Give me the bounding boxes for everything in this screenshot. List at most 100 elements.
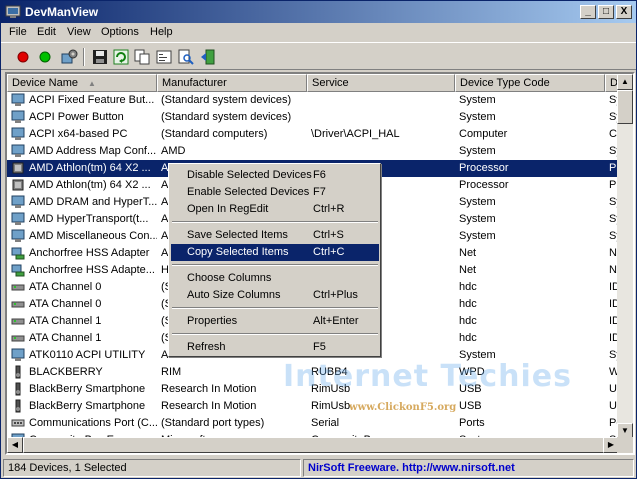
portable-device-icon (15, 365, 21, 379)
network-adapter-icon (11, 247, 25, 260)
devices-icon (61, 49, 78, 64)
cell-device-name: Anchorfree HSS Adapter (29, 247, 150, 259)
system-device-icon (11, 110, 25, 123)
cell-device-type-code: hdc (459, 298, 477, 310)
exit-button[interactable] (198, 47, 218, 67)
system-device-icon (11, 229, 25, 242)
title-bar[interactable]: DevManView _ □ X (1, 1, 636, 23)
cell-device-name: ATA Channel 1 (29, 332, 102, 344)
menu-choose-columns[interactable]: Choose Columns (171, 270, 379, 287)
cell-device-type-code: hdc (459, 281, 477, 293)
copy-button[interactable] (132, 47, 152, 67)
horizontal-scroll-thumb[interactable] (23, 437, 611, 453)
cell-device-type-code: System (459, 230, 496, 242)
cell-manufacturer: (Standard system devices) (161, 111, 292, 123)
menu-auto-size-columns[interactable]: Auto Size Columns Ctrl+Plus (171, 287, 379, 304)
menu-copy-selected[interactable]: Copy Selected Items Ctrl+C (171, 244, 379, 261)
properties-icon (156, 50, 172, 64)
cell-device-type-code: Processor (459, 162, 509, 174)
devmanview-app-icon (5, 5, 21, 18)
cell-device-name: ATK0110 ACPI UTILITY (29, 349, 146, 361)
toolbar-separator (83, 48, 85, 66)
column-manufacturer[interactable]: Manufacturer (157, 74, 307, 92)
column-device-type-code[interactable]: Device Type Code (455, 74, 605, 92)
cell-device-type-code: Ports (459, 417, 485, 429)
system-device-icon (11, 93, 25, 106)
vertical-scroll-thumb[interactable] (617, 90, 633, 124)
vertical-scrollbar[interactable]: ▲ ▼ (617, 74, 633, 439)
cell-device-name: AMD Miscellaneous Con... (29, 230, 157, 242)
system-device-icon (11, 144, 25, 157)
menu-view[interactable]: View (67, 26, 91, 38)
menu-enable-selected[interactable]: Enable Selected Devices F7 (171, 184, 379, 201)
processor-icon (12, 162, 24, 174)
table-row[interactable]: AMD Address Map Conf...AMDSystemSy (7, 143, 619, 160)
cell-device-type-code: Processor (459, 179, 509, 191)
menu-options[interactable]: Options (101, 26, 139, 38)
refresh-button[interactable] (111, 47, 131, 67)
cell-device-name: ACPI Power Button (29, 111, 124, 123)
menu-disable-selected[interactable]: Disable Selected Devices F6 (171, 167, 379, 184)
toolbar (1, 42, 636, 70)
list-header: Device Name ▲ Manufacturer Service Devic… (7, 74, 625, 92)
menu-bar: File Edit View Options Help (1, 23, 636, 42)
cell-device-name: BlackBerry Smartphone (29, 383, 146, 395)
column-device-name[interactable]: Device Name ▲ (7, 74, 157, 92)
ide-controller-icon (11, 301, 25, 308)
properties-button[interactable] (154, 47, 174, 67)
status-bar: 184 Devices, 1 Selected NirSoft Freeware… (1, 458, 636, 478)
cell-device-type-code: Net (459, 264, 477, 276)
minimize-button[interactable]: _ (580, 5, 596, 19)
maximize-button[interactable]: □ (598, 5, 614, 19)
cell-device-name: AMD Address Map Conf... (29, 145, 157, 157)
usb-device-icon (15, 382, 21, 396)
cell-device-type-code: System (459, 213, 496, 225)
column-service[interactable]: Service (307, 74, 455, 92)
menu-help[interactable]: Help (150, 26, 173, 38)
close-button[interactable]: X (616, 5, 632, 19)
app-window: DevManView _ □ X File Edit View Options … (0, 0, 637, 479)
menu-save-selected[interactable]: Save Selected Items Ctrl+S (171, 227, 379, 244)
cell-device-type-code: System (459, 111, 496, 123)
scroll-up-button[interactable]: ▲ (617, 74, 633, 90)
cell-device-name: BLACKBERRY (29, 366, 103, 378)
table-row[interactable]: BlackBerry Smartphone Research In Motion R… (7, 398, 619, 415)
refresh-icon (113, 49, 129, 65)
ide-controller-icon (11, 335, 25, 342)
table-row[interactable]: ACPI Fixed Feature But... (Standard syste… (7, 92, 619, 109)
menu-file[interactable]: File (9, 26, 27, 38)
red-circle-icon (17, 51, 29, 63)
menu-refresh[interactable]: Refresh F5 (171, 339, 379, 356)
save-button[interactable] (90, 47, 110, 67)
menu-separator (172, 333, 378, 335)
computer-icon (11, 127, 25, 140)
nirsoft-link[interactable]: NirSoft Freeware. http://www.nirsoft.net (308, 462, 515, 474)
scrollbar-corner (617, 437, 633, 453)
find-icon (178, 49, 194, 65)
menu-separator (172, 264, 378, 266)
cell-manufacturer: Research In Motion (161, 400, 257, 412)
cell-device-name: AMD DRAM and HyperT... (29, 196, 157, 208)
horizontal-scrollbar[interactable]: ◀ ▶ (7, 437, 619, 453)
green-circle-icon (39, 51, 51, 63)
port-icon (11, 419, 25, 427)
usb-device-icon (15, 399, 21, 413)
network-adapter-icon (11, 264, 25, 277)
table-row[interactable]: Communications Port (C... (Standard port … (7, 415, 619, 432)
menu-edit[interactable]: Edit (37, 26, 56, 38)
enable-device-button[interactable] (35, 47, 55, 67)
status-device-count: 184 Devices, 1 Selected (3, 459, 301, 477)
cell-device-name: ACPI Fixed Feature But... (29, 94, 155, 106)
cell-device-name: ATA Channel 0 (29, 298, 102, 310)
cell-device-name: AMD HyperTransport(t... (29, 213, 149, 225)
menu-separator (172, 221, 378, 223)
table-row[interactable]: ACPI Power Button (Standard system device… (7, 109, 619, 126)
menu-properties[interactable]: Properties Alt+Enter (171, 313, 379, 330)
scroll-left-button[interactable]: ◀ (7, 437, 23, 453)
devices-button[interactable] (59, 47, 79, 67)
table-row[interactable]: ACPI x64-based PC (Standard computers) \Dr… (7, 126, 619, 143)
menu-open-regedit[interactable]: Open In RegEdit Ctrl+R (171, 201, 379, 218)
disable-device-button[interactable] (13, 47, 33, 67)
exit-icon (201, 49, 215, 65)
find-button[interactable] (176, 47, 196, 67)
